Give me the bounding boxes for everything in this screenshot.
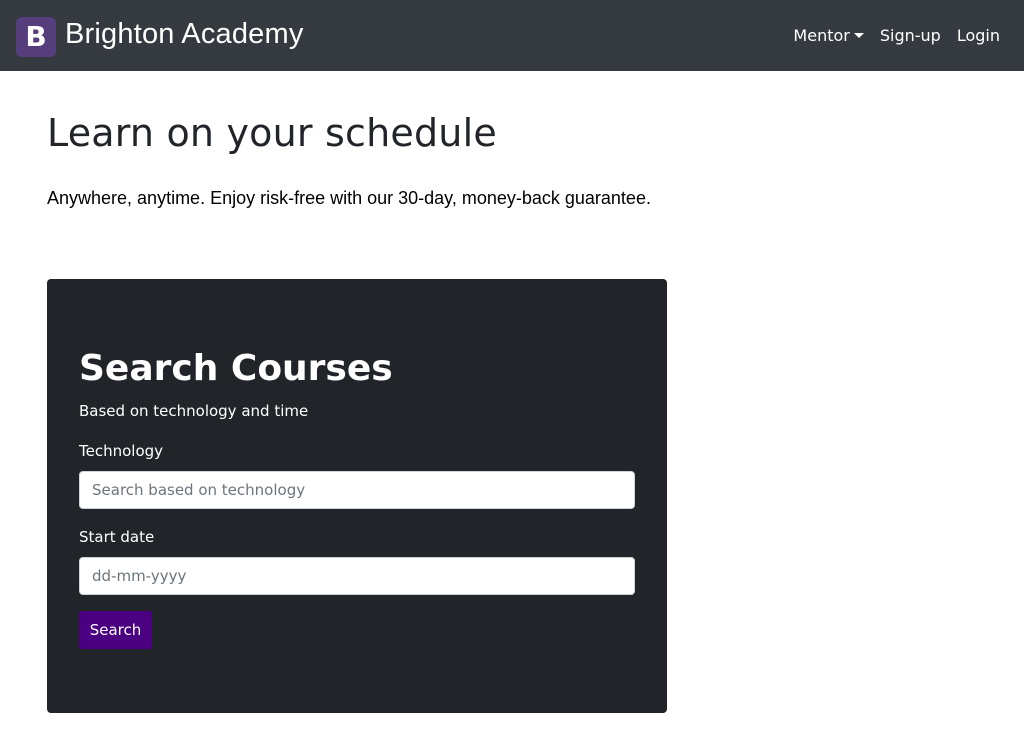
search-courses-card: Search Courses Based on technology and t… <box>47 279 667 713</box>
top-navbar: B Brighton Academy Mentor Sign-up Login <box>0 0 1024 71</box>
hero-title: Learn on your schedule <box>47 111 497 155</box>
nav-links: Mentor Sign-up Login <box>793 25 1000 47</box>
search-button[interactable]: Search <box>79 611 152 649</box>
search-card-subtitle: Based on technology and time <box>79 402 309 420</box>
technology-label: Technology <box>79 442 164 460</box>
login-link[interactable]: Login <box>957 25 1000 47</box>
start-date-input[interactable] <box>79 557 635 595</box>
hero-subtitle: Anywhere, anytime. Enjoy risk-free with … <box>47 188 651 208</box>
mentor-dropdown[interactable]: Mentor <box>793 25 864 47</box>
signup-link[interactable]: Sign-up <box>880 25 941 47</box>
brand-name: Brighton Academy <box>65 18 304 50</box>
bootstrap-logo-icon: B <box>16 17 56 57</box>
search-card-title: Search Courses <box>79 348 393 389</box>
mentor-label: Mentor <box>793 26 850 45</box>
technology-search-input[interactable] <box>79 471 635 509</box>
brand-link[interactable]: B Brighton Academy <box>16 17 304 57</box>
start-date-label: Start date <box>79 528 155 546</box>
caret-down-icon <box>853 32 864 38</box>
